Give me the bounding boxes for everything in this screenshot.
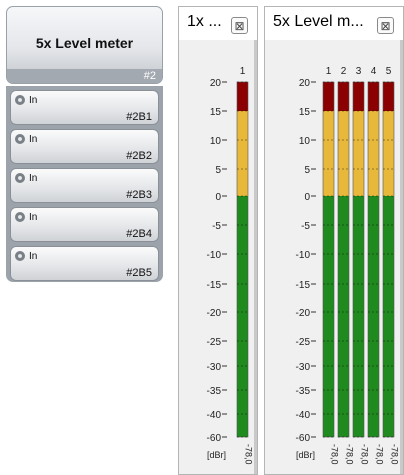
input-label: In bbox=[29, 173, 38, 184]
channel-number: 3 bbox=[356, 66, 362, 77]
meter-panel-1x: 1x ... ⊠ 20 15 10 5 0 -5 -10 -15 -20 -25 -30 -35 -40… bbox=[178, 6, 258, 475]
scale-tick-label: -25 bbox=[207, 337, 222, 348]
meter-bar-yellow bbox=[237, 111, 248, 196]
meter-bar-yellow bbox=[323, 111, 334, 196]
node-id: #2 bbox=[143, 70, 156, 82]
scale-tick-label: -30 bbox=[296, 362, 311, 373]
scale-tick-label: -20 bbox=[296, 308, 311, 319]
channel-reading: -78,0 bbox=[375, 444, 385, 465]
panel-header[interactable]: 1x ... ⊠ bbox=[179, 7, 257, 40]
input-name: #2B1 bbox=[126, 111, 152, 123]
scale-tick-label: 0 bbox=[304, 192, 310, 203]
scale-tick-label: -10 bbox=[296, 250, 311, 261]
meter-bar-red bbox=[323, 82, 334, 111]
meter-bar-green bbox=[323, 196, 334, 437]
scale-tick-label: 15 bbox=[210, 107, 222, 118]
meter-bar-green bbox=[237, 196, 248, 437]
scale-tick-label: -5 bbox=[301, 221, 310, 232]
scale-tick-label: -40 bbox=[207, 410, 222, 421]
meter-bar-yellow bbox=[338, 111, 349, 196]
meter-graph-1x: 20 15 10 5 0 -5 -10 -15 -20 -25 -30 -35 -40 -60 [dBr] 1… bbox=[207, 66, 254, 465]
meter-bar-red bbox=[368, 82, 379, 111]
scale-tick-label: 10 bbox=[210, 136, 222, 147]
close-icon[interactable]: ⊠ bbox=[231, 17, 248, 34]
scale-tick-label: -25 bbox=[296, 337, 311, 348]
node-id-bar: #2 bbox=[7, 69, 162, 83]
channel-reading: -78,0 bbox=[244, 444, 254, 465]
scale-tick-label: -15 bbox=[207, 280, 222, 291]
channel-reading: -78,0 bbox=[345, 444, 355, 465]
channel-number: 1 bbox=[240, 66, 246, 77]
panel-title: 5x Level m... bbox=[273, 13, 364, 30]
level-meter-node[interactable]: 5x Level meter #2 bbox=[6, 6, 163, 84]
meter-bar-yellow bbox=[383, 111, 394, 196]
input-port-4[interactable]: In #2B4 bbox=[10, 207, 159, 242]
port-ring-icon bbox=[15, 173, 25, 183]
meter-bar-green bbox=[338, 196, 349, 437]
node-inputs: In #2B1 In #2B2 In #2B3 In #2B4 In #2B5 bbox=[6, 86, 163, 282]
scale-tick-label: 10 bbox=[299, 136, 311, 147]
port-ring-icon bbox=[15, 134, 25, 144]
input-port-5[interactable]: In #2B5 bbox=[10, 246, 159, 281]
input-label: In bbox=[29, 212, 38, 223]
port-ring-icon bbox=[15, 95, 25, 105]
input-name: #2B2 bbox=[126, 150, 152, 162]
close-icon[interactable]: ⊠ bbox=[377, 17, 394, 34]
scale-tick-label: -60 bbox=[207, 433, 222, 444]
scale-tick-label: -10 bbox=[207, 250, 222, 261]
unit-label: [dBr] bbox=[296, 450, 315, 460]
scale-tick-label: 0 bbox=[215, 192, 221, 203]
scale-tick-label: 20 bbox=[299, 78, 311, 89]
unit-label: [dBr] bbox=[207, 450, 226, 460]
meter-graph-5x: 20151050-5-10-15-20-25-30-35-40-60[dBr]1… bbox=[296, 66, 400, 465]
meter-bar-red bbox=[237, 82, 248, 111]
input-label: In bbox=[29, 251, 38, 262]
meter-bar-yellow bbox=[368, 111, 379, 196]
scale-tick-label: -5 bbox=[212, 221, 221, 232]
channel-number: 1 bbox=[326, 66, 332, 77]
meter-bar-red bbox=[338, 82, 349, 111]
scale-tick-label: 20 bbox=[210, 78, 222, 89]
meter-bar-red bbox=[383, 82, 394, 111]
input-port-1[interactable]: In #2B1 bbox=[10, 90, 159, 125]
input-label: In bbox=[29, 95, 38, 106]
scale-tick-label: -35 bbox=[207, 386, 222, 397]
scale-tick-label: 5 bbox=[304, 165, 310, 176]
panel-title: 1x ... bbox=[187, 13, 222, 30]
meter-bar-green bbox=[383, 196, 394, 437]
channel-reading: -78,0 bbox=[330, 444, 340, 465]
scale-tick-label: -20 bbox=[207, 308, 222, 319]
channel-number: 2 bbox=[341, 66, 347, 77]
scale-tick-label: -15 bbox=[296, 280, 311, 291]
channel-reading: -78,0 bbox=[390, 444, 400, 465]
input-port-2[interactable]: In #2B2 bbox=[10, 129, 159, 164]
input-name: #2B5 bbox=[126, 267, 152, 279]
scale-tick-label: -40 bbox=[296, 410, 311, 421]
scale-tick-label: -60 bbox=[296, 433, 311, 444]
input-label: In bbox=[29, 134, 38, 145]
input-name: #2B4 bbox=[126, 228, 152, 240]
panel-header[interactable]: 5x Level m... ⊠ bbox=[265, 7, 403, 40]
scale-tick-label: 15 bbox=[299, 107, 311, 118]
node-title: 5x Level meter bbox=[35, 35, 134, 51]
scale-tick-label: -35 bbox=[296, 386, 311, 397]
meter-bar-yellow bbox=[353, 111, 364, 196]
input-port-3[interactable]: In #2B3 bbox=[10, 168, 159, 203]
channel-number: 4 bbox=[371, 66, 377, 77]
meter-panel-5x: 5x Level m... ⊠ 20 15 10 5 0 -5 -10 -15 -20 -25 -3… bbox=[264, 6, 404, 475]
meter-bar-red bbox=[353, 82, 364, 111]
meter-bar-green bbox=[368, 196, 379, 437]
scale-tick-label: 5 bbox=[215, 165, 221, 176]
port-ring-icon bbox=[15, 212, 25, 222]
meter-bar-green bbox=[353, 196, 364, 437]
port-ring-icon bbox=[15, 251, 25, 261]
scale-tick-label: -30 bbox=[207, 362, 222, 373]
input-name: #2B3 bbox=[126, 189, 152, 201]
channel-reading: -78,0 bbox=[360, 444, 370, 465]
channel-number: 5 bbox=[386, 66, 392, 77]
